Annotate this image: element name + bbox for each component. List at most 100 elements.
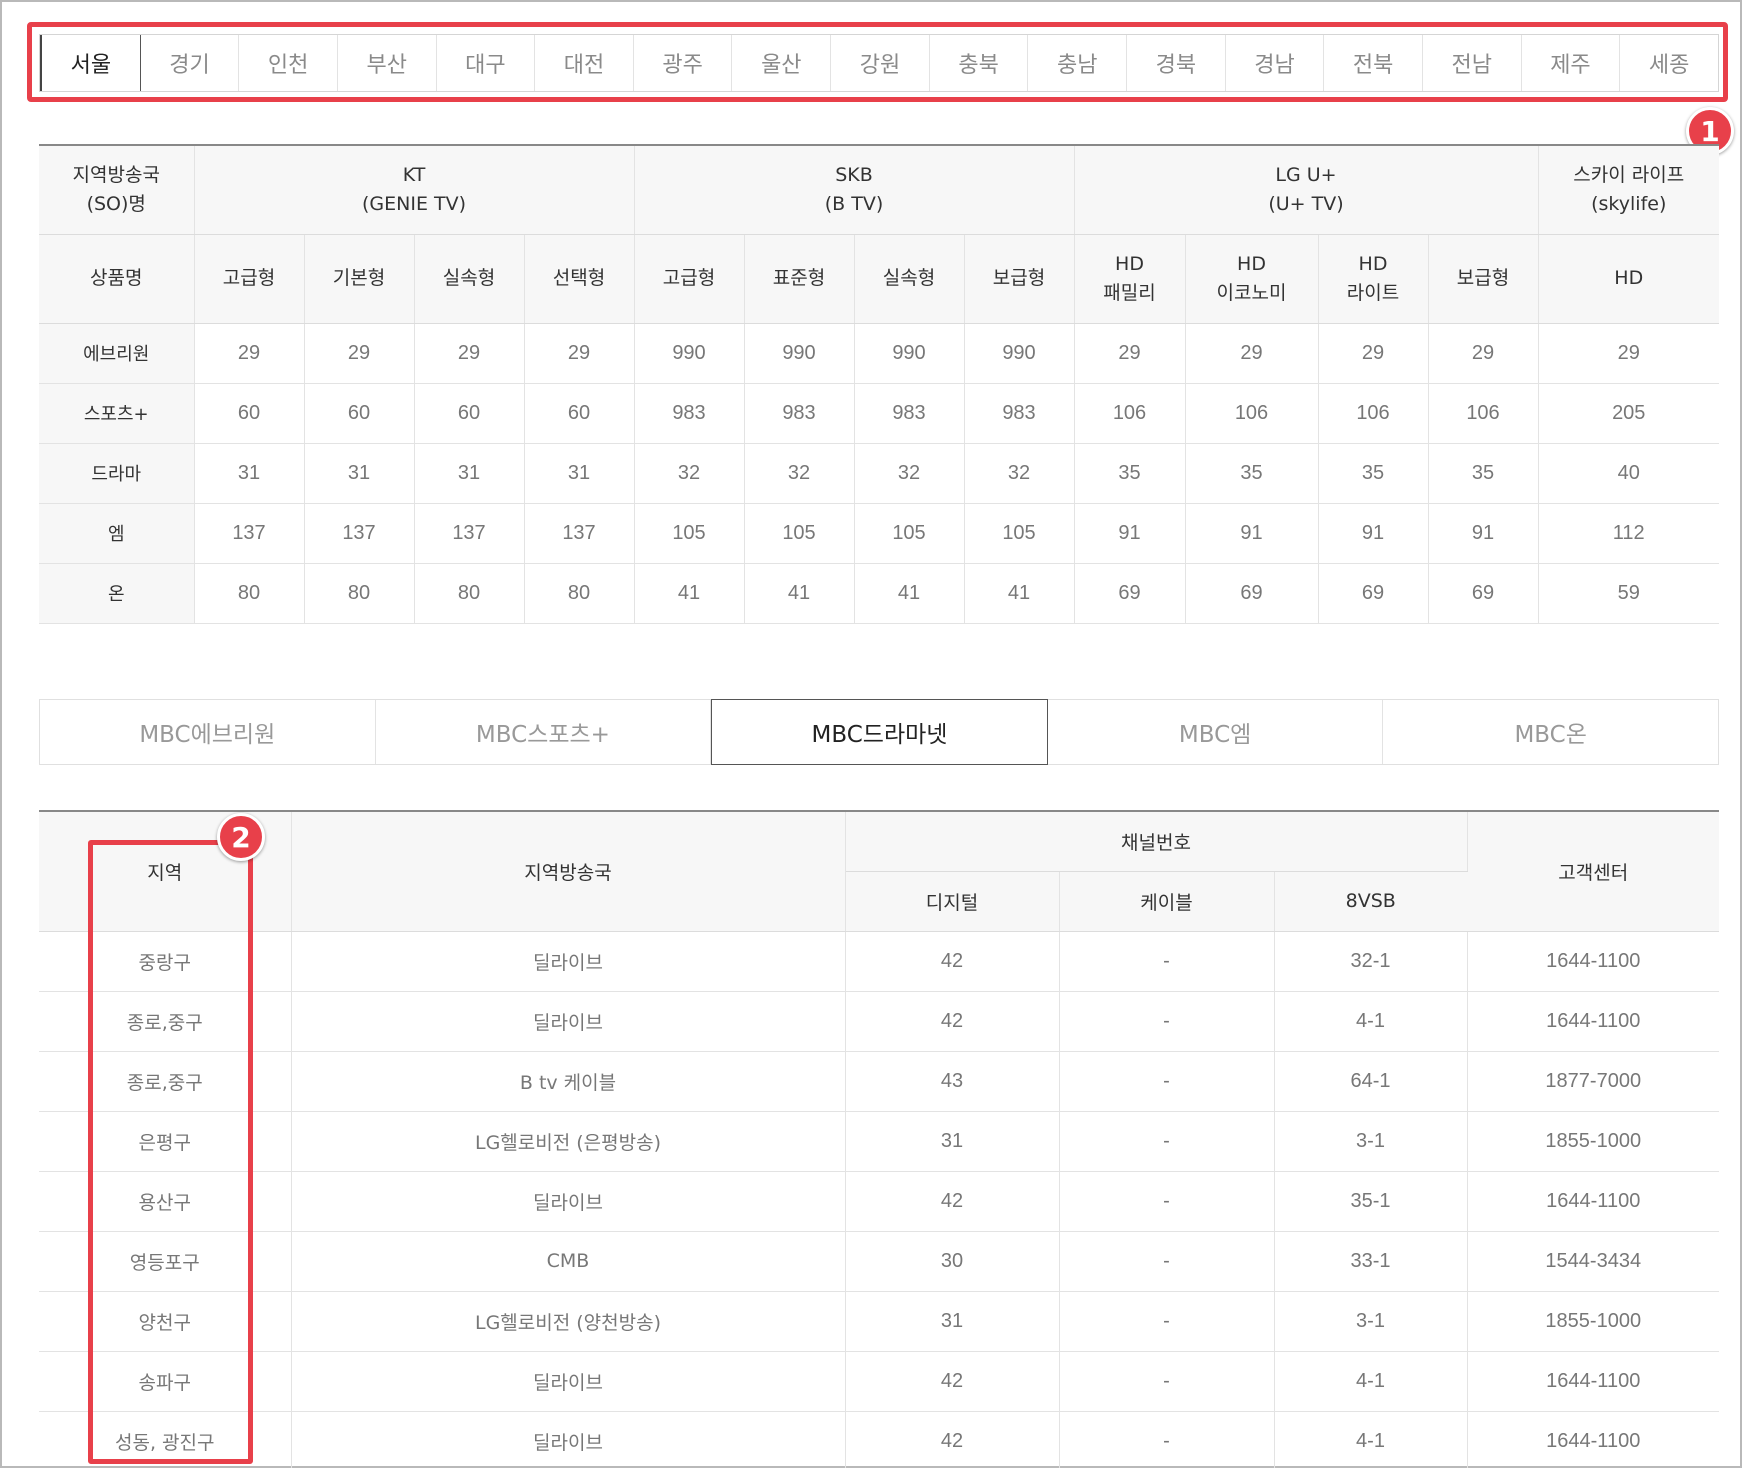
price-row: 드라마 31 31 31 31 32 32 32 32 35 35 35 35 40	[39, 443, 1719, 504]
customer-center-cell: 1644-1100	[1467, 991, 1719, 1052]
customer-center-cell: 1877-7000	[1467, 1051, 1719, 1112]
product-header: 보급형	[964, 234, 1075, 324]
channel-number-cell: 29	[1185, 323, 1319, 384]
channel-number-cell: 29	[1538, 323, 1719, 384]
channel-number-cell: 69	[1318, 563, 1429, 624]
region-tab[interactable]: 부산	[338, 35, 437, 91]
channel-tab[interactable]: MBC온	[1383, 700, 1718, 764]
product-header: HD 라이트	[1318, 234, 1429, 324]
channel-number-cell: 31	[414, 443, 525, 504]
product-header: 실속형	[854, 234, 965, 324]
channel-number-cell: 69	[1074, 563, 1186, 624]
price-table-provider-row: 지역방송국 (SO)명 KT (GENIE TV) SKB (B TV) LG U+ (U…	[39, 145, 1719, 235]
region-tab[interactable]: 인천	[239, 35, 338, 91]
table-row: 종로,중구 딜라이브 42-4-1 1644-1100	[39, 991, 1719, 1052]
station-cell: 딜라이브	[291, 1351, 846, 1412]
region-tab[interactable]: 강원	[831, 35, 930, 91]
channel-number-cell: 105	[964, 503, 1075, 564]
region-tab[interactable]: 광주	[634, 35, 733, 91]
cable-cell: -	[1059, 991, 1275, 1052]
product-header: 선택형	[524, 234, 635, 324]
station-cell: B tv 케이블	[291, 1051, 846, 1112]
channel-number-table: 지역 지역방송국 채널번호 고객센터 디지털 케이블 8VSB 중랑구 딜라이브 4…	[39, 810, 1719, 1468]
channel-number-cell: 29	[194, 323, 305, 384]
cable-cell: -	[1059, 1171, 1275, 1232]
customer-center-cell: 1544-3434	[1467, 1231, 1719, 1292]
cable-cell: -	[1059, 1411, 1275, 1468]
channel-number-cell: 29	[304, 323, 415, 384]
region-tab[interactable]: 울산	[732, 35, 832, 91]
table-row: 중랑구 딜라이브 42-32-1 1644-1100	[39, 931, 1719, 992]
channel-tab-bar: MBC에브리원 MBC스포츠+ MBC드라마넷 MBC엠 MBC온	[39, 699, 1719, 765]
product-header: 고급형	[634, 234, 745, 324]
customer-center-cell: 1855-1000	[1467, 1291, 1719, 1352]
digital-cell: 30	[845, 1231, 1060, 1292]
channel-number-cell: 29	[524, 323, 635, 384]
channel-number-cell: 990	[854, 323, 965, 384]
channel-number-cell: 80	[304, 563, 415, 624]
digital-cell: 31	[845, 1291, 1060, 1352]
channel-number-cell: 137	[414, 503, 525, 564]
region-tab[interactable]: 경북	[1127, 35, 1226, 91]
product-header: 기본형	[304, 234, 415, 324]
channel-name-cell: 에브리원	[39, 323, 195, 384]
customer-center-cell: 1855-1000	[1467, 1111, 1719, 1172]
product-header: 실속형	[414, 234, 525, 324]
channel-number-cell: 69	[1185, 563, 1319, 624]
region-tab[interactable]: 충북	[930, 35, 1029, 91]
channel-number-cell: 31	[194, 443, 305, 504]
region-tab[interactable]: 대전	[535, 35, 634, 91]
cable-cell: -	[1059, 1051, 1275, 1112]
vsb-cell: 64-1	[1274, 1051, 1468, 1112]
station-cell: 딜라이브	[291, 1171, 846, 1232]
price-row: 엠 137 137 137 137 105 105 105 105 91 91 91 91 112	[39, 503, 1719, 564]
channel-name-cell: 스포츠+	[39, 383, 195, 444]
channel-number-cell: 91	[1185, 503, 1319, 564]
channel-number-cell: 990	[744, 323, 855, 384]
channel-number-cell: 990	[964, 323, 1075, 384]
customer-center-cell: 1644-1100	[1467, 931, 1719, 992]
region-cell: 중랑구	[39, 931, 292, 992]
channel-number-cell: 41	[744, 563, 855, 624]
channel-number-cell: 80	[524, 563, 635, 624]
channel-tab[interactable]: MBC스포츠+	[376, 700, 712, 764]
station-cell: CMB	[291, 1231, 846, 1292]
region-tab[interactable]: 서울	[40, 35, 141, 91]
table-row: 영등포구 CMB 30-33-1 1544-3434	[39, 1231, 1719, 1292]
region-tab[interactable]: 경남	[1226, 35, 1325, 91]
region-tab[interactable]: 제주	[1522, 35, 1621, 91]
region-tab[interactable]: 충남	[1028, 35, 1128, 91]
customer-center-cell: 1644-1100	[1467, 1351, 1719, 1412]
channel-tab[interactable]: MBC엠	[1048, 700, 1384, 764]
station-cell: 딜라이브	[291, 931, 846, 992]
region-cell: 종로,중구	[39, 1051, 292, 1112]
channel-number-cell: 32	[964, 443, 1075, 504]
region-tab[interactable]: 세종	[1620, 35, 1718, 91]
digital-cell: 42	[845, 1351, 1060, 1412]
customer-center-cell: 1644-1100	[1467, 1411, 1719, 1468]
channel-number-cell: 983	[964, 383, 1075, 444]
channel-tab[interactable]: MBC드라마넷	[711, 699, 1048, 765]
channel-number-cell: 41	[634, 563, 745, 624]
region-tab[interactable]: 대구	[437, 35, 536, 91]
region-cell: 용산구	[39, 1171, 292, 1232]
channel-number-cell: 60	[524, 383, 635, 444]
region-tab[interactable]: 전북	[1324, 35, 1423, 91]
channel-number-cell: 69	[1428, 563, 1539, 624]
table-row: 종로,중구 B tv 케이블 43-64-1 1877-7000	[39, 1051, 1719, 1112]
channel-number-cell: 59	[1538, 563, 1719, 624]
region-tab[interactable]: 전남	[1423, 35, 1522, 91]
region-tab[interactable]: 경기	[141, 35, 240, 91]
channel-number-cell: 106	[1074, 383, 1186, 444]
vsb-cell: 3-1	[1274, 1291, 1468, 1352]
channel-number-header: 채널번호	[845, 811, 1468, 872]
channel-number-cell: 32	[744, 443, 855, 504]
channel-number-cell: 29	[1318, 323, 1429, 384]
product-header: 보급형	[1428, 234, 1539, 324]
channel-tab[interactable]: MBC에브리원	[40, 700, 376, 764]
channel-name-cell: 온	[39, 563, 195, 624]
channel-number-cell: 80	[194, 563, 305, 624]
channel-number-cell: 60	[414, 383, 525, 444]
cable-header: 케이블	[1059, 871, 1275, 932]
provider-header: 스카이 라이프 (skylife)	[1538, 145, 1719, 235]
